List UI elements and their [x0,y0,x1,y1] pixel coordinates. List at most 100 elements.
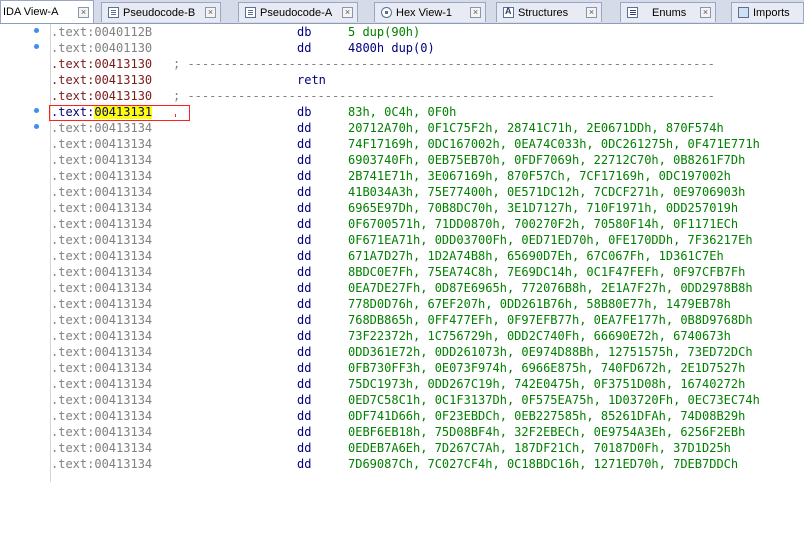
tab-structures[interactable]: Structures × [496,2,602,22]
close-icon[interactable]: × [700,7,711,18]
arrow-gutter [0,24,51,482]
listing-line[interactable]: .text:00413130 ; -----------------------… [51,88,804,104]
operands: 83h, 0C4h, 0F0h [348,105,457,119]
cursor-selection-box [49,105,190,121]
mnemonic: dd [297,201,312,215]
listing-line[interactable]: .text:00413134 dd 768DB865h, 0FF477EFh, … [51,312,804,328]
separator-comment: ; --------------------------------------… [173,57,715,71]
address: .text:00413134 [51,233,153,247]
breakpoint-dot-icon [34,124,39,129]
tab-label: Pseudocode-A [260,6,333,19]
address: .text:00413134 [51,201,153,215]
mnemonic: dd [297,393,312,407]
address: .text:00413134 [51,441,153,455]
operands: 2B741E71h, 3E067169h, 870F57Ch, 7CF17169… [348,169,731,183]
operands: 768DB865h, 0FF477EFh, 0F97EFB77h, 0EA7FE… [348,313,753,327]
listing-line[interactable]: .text:00413134 dd 671A7D27h, 1D2A74B8h, … [51,248,804,264]
listing-line[interactable]: .text:00413134 dd 74F17169h, 0DC167002h,… [51,136,804,152]
mnemonic: db [297,25,312,39]
close-icon[interactable]: × [470,7,481,18]
listing-line[interactable]: .text:00413134 dd 0FB730FF3h, 0E073F974h… [51,360,804,376]
listing-line[interactable]: .text:00413134 dd 73F22372h, 1C756729h, … [51,328,804,344]
breakpoint-dot-icon [34,28,39,33]
operands: 6965E97Dh, 70B8DC70h, 3E1D7127h, 710F197… [348,201,739,215]
listing-line[interactable]: .text:00413134 dd 75DC1973h, 0DD267C19h,… [51,376,804,392]
mnemonic: dd [297,249,312,263]
listing-line[interactable]: .text:00413134 dd 6965E97Dh, 70B8DC70h, … [51,200,804,216]
tab-hex-view-1[interactable]: Hex View-1 × [374,2,486,22]
address: .text:00413134 [51,425,153,439]
listing-line[interactable]: .text:00413134 dd 0DF741D66h, 0F23EBDCh,… [51,408,804,424]
address: .text:00413134 [51,153,153,167]
tab-ida-view-a[interactable]: IDA View-A × [0,0,94,23]
listing-line[interactable]: .text:00401130 dd 4800h dup(0) [51,40,804,56]
listing-line[interactable]: .text:0040112B db 5 dup(90h) [51,24,804,40]
structures-icon [503,6,514,18]
listing-line[interactable]: .text:00413134 dd 8BDC0E7Fh, 75EA74C8h, … [51,264,804,280]
listing-line[interactable]: .text:00413134 dd 41B034A3h, 75E77400h, … [51,184,804,200]
tab-enums[interactable]: Enums × [620,2,716,22]
separator-comment: ; --------------------------------------… [173,89,715,103]
mnemonic: dd [297,153,312,167]
mnemonic: dd [297,169,312,183]
address: .text:00413134 [51,345,153,359]
address: .text:00413134 [51,137,153,151]
mnemonic: dd [297,409,312,423]
mnemonic: dd [297,313,312,327]
tab-pseudocode-a[interactable]: Pseudocode-A × [238,2,358,22]
address: .text:00413134 [51,265,153,279]
address: .text:00413134 [51,121,153,135]
listing-line[interactable]: .text:00413134 dd 0EBF6EB18h, 75D08BF4h,… [51,424,804,440]
address: .text:00413134 [51,457,153,471]
mnemonic: dd [297,361,312,375]
listing-line[interactable]: .text:00413134 dd 0EDEB7A6Eh, 7D267C7Ah,… [51,440,804,456]
operands: 778D0D76h, 67EF207h, 0DD261B76h, 58B80E7… [348,297,731,311]
listing-line[interactable]: .text:00413134 dd 7D69087Ch, 7C027CF4h, … [51,456,804,472]
close-icon[interactable]: × [78,6,89,18]
listing-line[interactable]: .text:00413134 dd 20712A70h, 0F1C75F2h, … [51,120,804,136]
breakpoint-dot-icon [34,44,39,49]
disassembly-listing[interactable]: .text:0040112B db 5 dup(90h) .text:00401… [0,24,804,482]
close-icon[interactable]: × [586,7,597,18]
hex-view-icon [381,7,392,18]
tab-label: Hex View-1 [396,6,453,19]
mnemonic: dd [297,297,312,311]
address: .text:00413134 [51,185,153,199]
operands: 0EDEB7A6Eh, 7D267C7Ah, 187DF21Ch, 70187D… [348,441,731,455]
breakpoint-dot-icon [34,108,39,113]
tab-bar: IDA View-A × Pseudocode-B × Pseudocode-A… [0,0,804,24]
mnemonic: dd [297,233,312,247]
operands: 4800h dup(0) [348,41,435,55]
address: .text:0040112B [51,25,153,39]
tab-label: IDA View-A [3,6,59,18]
listing-line[interactable]: .text:00413134 dd 0F6700571h, 71DD0870h,… [51,216,804,232]
address: .text:00413130 [51,73,153,87]
listing-line[interactable]: .text:00413134 dd 778D0D76h, 67EF207h, 0… [51,296,804,312]
listing-line[interactable]: .text:00413134 dd 0F671EA71h, 0DD03700Fh… [51,232,804,248]
mnemonic: dd [297,217,312,231]
mnemonic: dd [297,121,312,135]
tab-pseudocode-b[interactable]: Pseudocode-B × [101,2,221,22]
address: .text:00401130 [51,41,153,55]
mnemonic: db [297,105,312,119]
mnemonic: dd [297,425,312,439]
listing-line[interactable]: .text:00413130 ; -----------------------… [51,56,804,72]
close-icon[interactable]: × [342,7,353,18]
mnemonic: dd [297,41,312,55]
listing-line[interactable]: .text:00413134 dd 6903740Fh, 0EB75EB70h,… [51,152,804,168]
tab-imports[interactable]: Imports [731,2,804,22]
mnemonic: dd [297,377,312,391]
listing-line[interactable]: .text:00413130 retn [51,72,804,88]
close-icon[interactable]: × [205,7,216,18]
listing-line[interactable]: .text:00413134 dd 0ED7C58C1h, 0C1F3137Dh… [51,392,804,408]
mnemonic: dd [297,441,312,455]
mnemonic: dd [297,281,312,295]
listing-line[interactable]: .text:00413134 dd 2B741E71h, 3E067169h, … [51,168,804,184]
listing-line[interactable]: .text:00413134 dd 0DD361E72h, 0DD261073h… [51,344,804,360]
enums-icon [627,7,638,18]
listing-line[interactable]: .text:00413134 dd 0EA7DE27Fh, 0D87E6965h… [51,280,804,296]
address: .text:00413130 [51,89,153,103]
mnemonic: dd [297,265,312,279]
operands: 0FB730FF3h, 0E073F974h, 6966E875h, 740FD… [348,361,746,375]
address: .text:00413134 [51,377,153,391]
